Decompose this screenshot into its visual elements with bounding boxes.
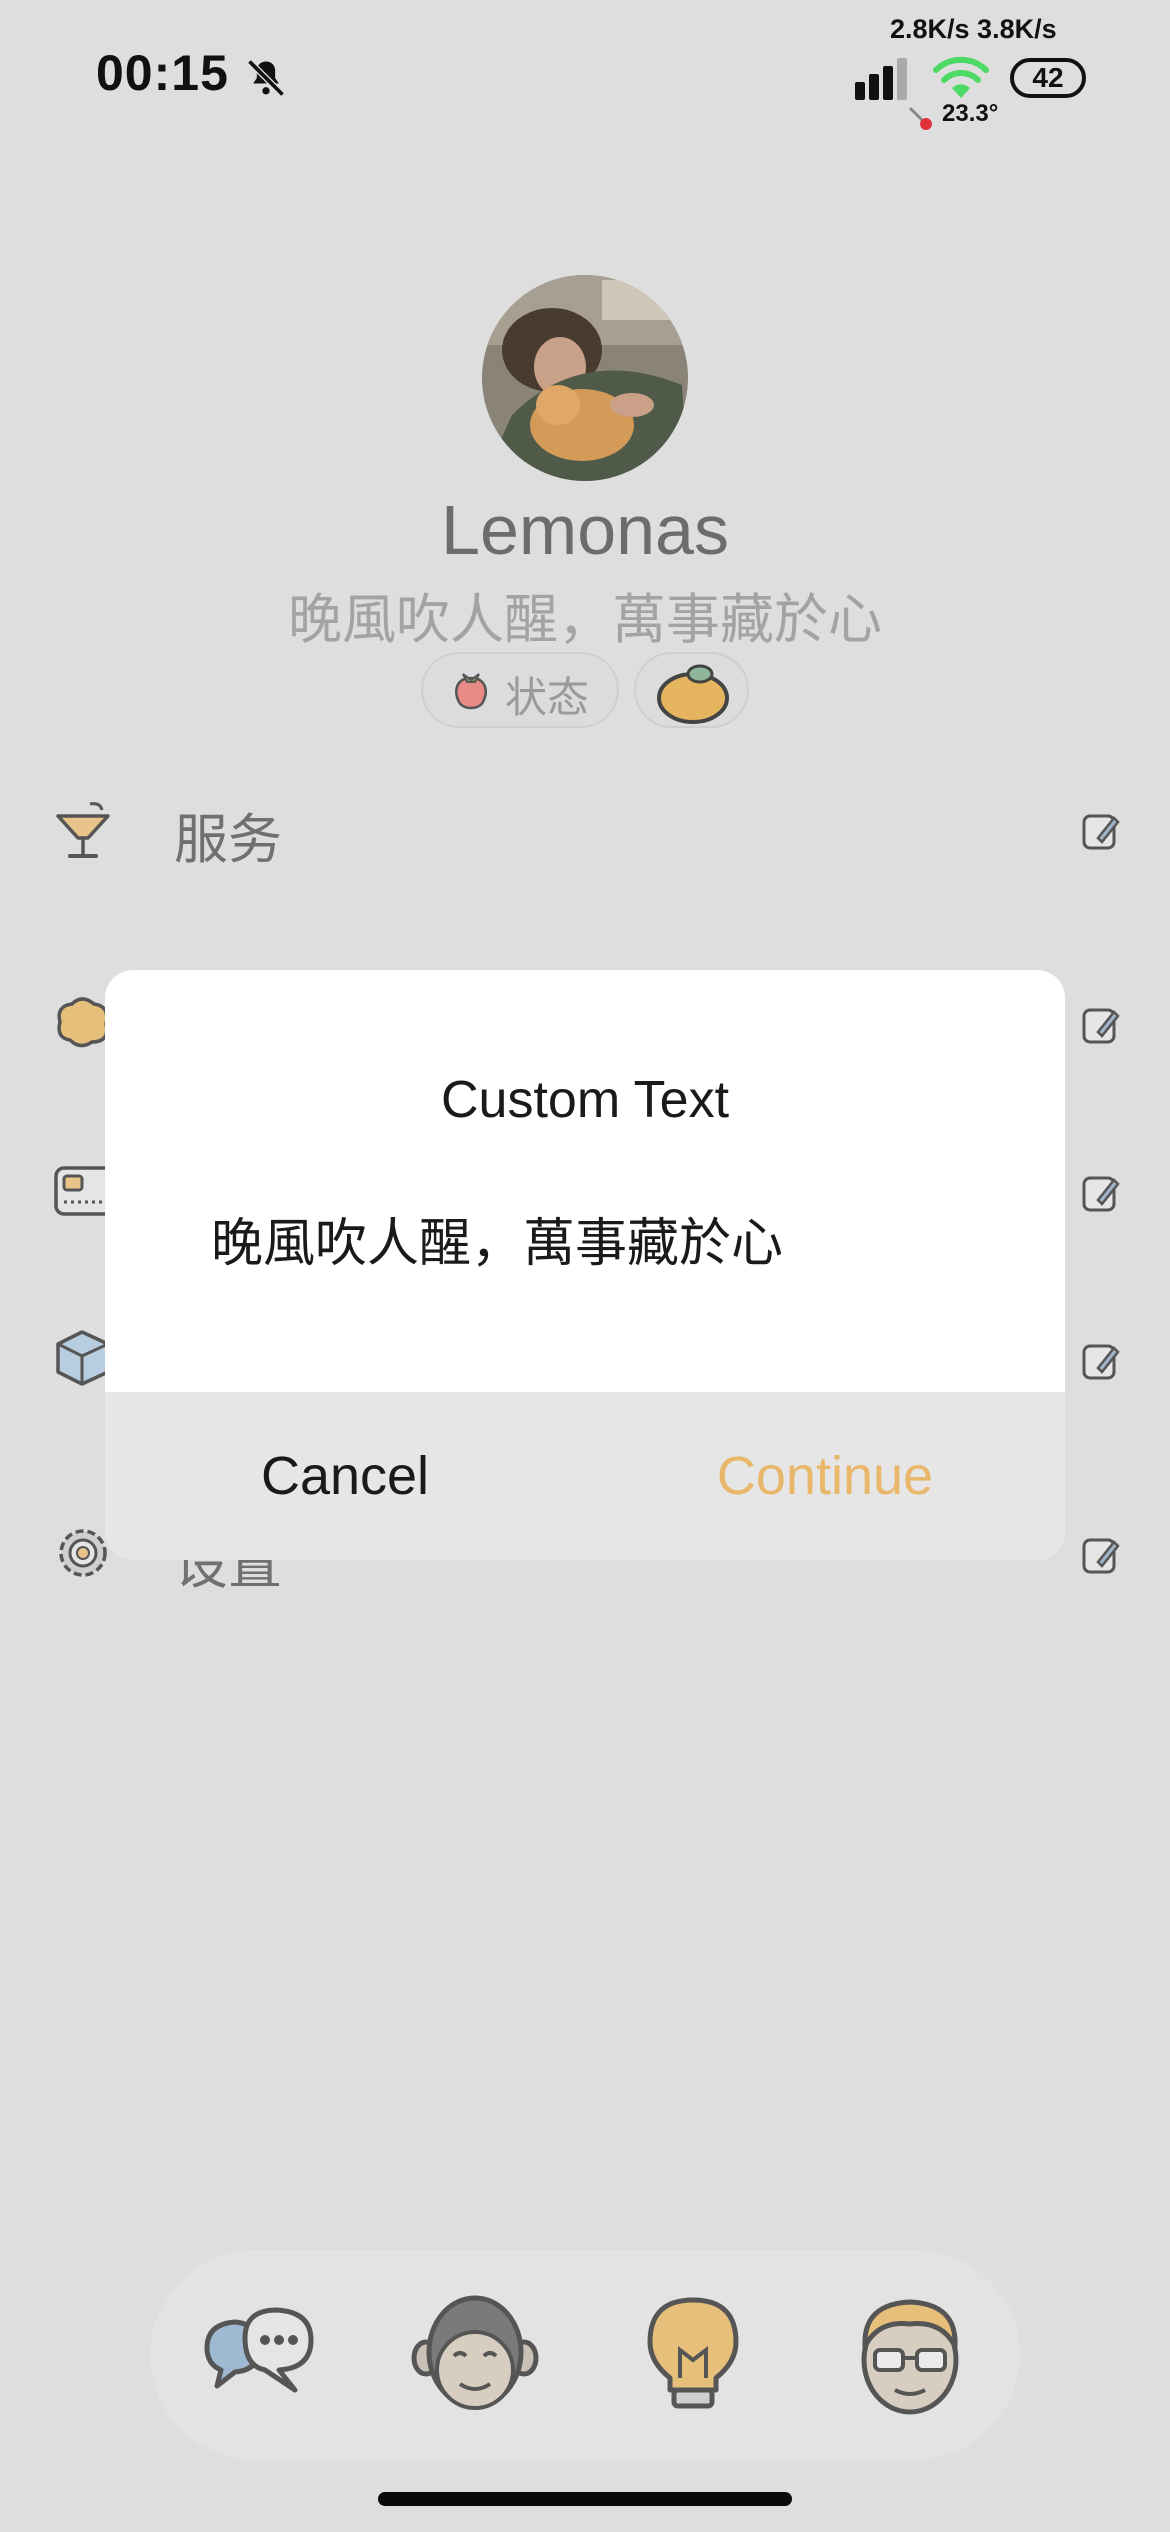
edit-note-icon[interactable] <box>1080 810 1122 852</box>
temperature-readout: 23.3° <box>942 100 999 127</box>
mood-chip[interactable] <box>634 652 749 728</box>
wifi-icon <box>933 56 989 98</box>
dialog-button-bar: Cancel Continue <box>105 1392 1065 1560</box>
network-speed: 2.8K/s 3.8K/s <box>890 14 1057 44</box>
avatar[interactable] <box>482 275 688 481</box>
cocktail-icon <box>56 802 110 858</box>
custom-text-dialog: Custom Text Cancel Continue <box>105 970 1065 1560</box>
username: Lemonas <box>441 491 729 569</box>
cancel-button[interactable]: Cancel <box>105 1392 585 1560</box>
status-chip[interactable]: 状态 <box>421 652 619 728</box>
edit-note-icon[interactable] <box>1080 1172 1122 1214</box>
status-chip-label: 状态 <box>505 674 590 721</box>
thermometer-icon <box>908 106 932 130</box>
continue-button[interactable]: Continue <box>585 1392 1065 1560</box>
menu-item-service[interactable]: 服务 <box>174 795 282 874</box>
avatar-photo <box>482 275 688 481</box>
edit-note-icon[interactable] <box>1080 1340 1122 1382</box>
cellular-signal-icon <box>855 58 907 100</box>
status-time: 00:15 <box>96 45 229 101</box>
home-indicator[interactable] <box>378 2492 792 2506</box>
strawberry-icon <box>455 673 487 710</box>
custom-text-input[interactable] <box>211 1208 971 1268</box>
edit-note-icon[interactable] <box>1080 1004 1122 1046</box>
dialog-title: Custom Text <box>440 1071 730 1129</box>
monkey-face-icon[interactable] <box>410 2290 540 2420</box>
edit-note-icon[interactable] <box>1080 1534 1122 1576</box>
lightbulb-icon[interactable] <box>628 2290 758 2420</box>
person-glasses-icon[interactable] <box>845 2290 975 2420</box>
battery-indicator: 42 <box>1010 58 1086 98</box>
chat-bubbles-icon[interactable] <box>195 2290 325 2420</box>
orange-fruit-icon <box>657 664 729 724</box>
bio-text: 晚風吹人醒，萬事藏於心 <box>288 590 882 650</box>
bell-muted-icon <box>247 59 285 97</box>
